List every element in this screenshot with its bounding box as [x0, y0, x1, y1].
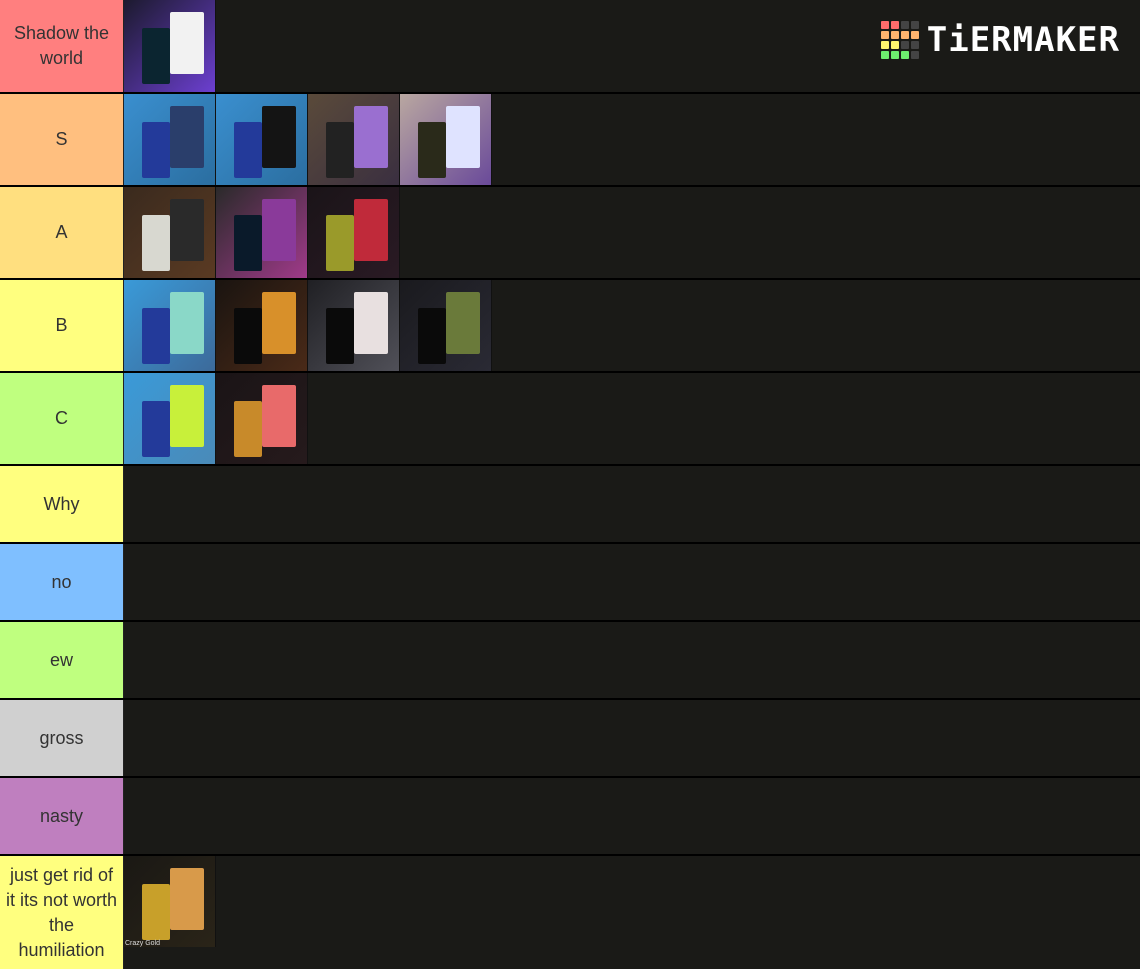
tier-row: S [0, 94, 1140, 185]
tier-items-dropzone[interactable] [124, 373, 1140, 464]
tier-row: just get rid of it its not worth the hum… [0, 856, 1140, 969]
stand-figure [262, 106, 296, 168]
logo-text: TiERMAKER [926, 20, 1120, 60]
character-figure [234, 308, 262, 364]
tier-item-c-item-1[interactable] [124, 373, 216, 464]
logo-grid-cell [890, 51, 899, 59]
stand-figure [170, 199, 204, 261]
tier-item-b-item-3[interactable] [308, 280, 400, 371]
tier-label[interactable]: gross [0, 700, 124, 776]
tier-label[interactable]: A [0, 187, 124, 278]
tier-label[interactable]: no [0, 544, 124, 620]
tier-item-a-item-2[interactable] [216, 187, 308, 278]
stand-figure [262, 292, 296, 354]
tier-items-dropzone[interactable] [124, 778, 1140, 854]
character-figure [326, 308, 354, 364]
logo-grid-cell [880, 51, 889, 59]
tier-list: Shadow the world S A B C Why no ew gross nasty jus… [0, 0, 1140, 969]
tier-item-s-item-1[interactable] [124, 94, 216, 185]
character-figure [234, 215, 262, 271]
tiermaker-logo[interactable]: TiERMAKER [880, 20, 1120, 60]
logo-grid-cell [900, 31, 909, 39]
logo-grid-cell [900, 51, 909, 59]
logo-grid-cell [900, 21, 909, 29]
stand-figure [170, 106, 204, 168]
stand-figure [354, 292, 388, 354]
stand-figure [354, 106, 388, 168]
character-figure [142, 401, 170, 457]
tier-row: C [0, 373, 1140, 464]
character-figure [326, 122, 354, 178]
tier-items-dropzone[interactable] [124, 280, 1140, 371]
tier-item-shadow-the-world-stand[interactable] [124, 0, 216, 92]
tier-item-s-item-4[interactable] [400, 94, 492, 185]
tier-row: gross [0, 700, 1140, 776]
tier-item-s-item-2[interactable] [216, 94, 308, 185]
character-figure [142, 215, 170, 271]
character-figure [142, 884, 170, 940]
stand-figure [170, 292, 204, 354]
character-figure [142, 308, 170, 364]
tier-label[interactable]: just get rid of it its not worth the hum… [0, 856, 124, 969]
stand-figure [262, 199, 296, 261]
tier-item-b-item-4[interactable] [400, 280, 492, 371]
character-figure [142, 28, 170, 84]
tier-items-dropzone[interactable] [124, 187, 1140, 278]
stand-figure [354, 199, 388, 261]
tier-items-dropzone[interactable] [124, 466, 1140, 542]
character-figure [418, 308, 446, 364]
logo-grid-cell [890, 41, 899, 49]
tier-item-a-item-3[interactable] [308, 187, 400, 278]
character-figure [234, 401, 262, 457]
tier-row: Why [0, 466, 1140, 542]
tier-row: B [0, 280, 1140, 371]
logo-grid-cell [910, 31, 919, 39]
tier-items-dropzone[interactable] [124, 700, 1140, 776]
character-figure [142, 122, 170, 178]
tier-items-dropzone[interactable] [124, 544, 1140, 620]
character-figure [326, 215, 354, 271]
tier-item-b-item-1[interactable] [124, 280, 216, 371]
tier-label[interactable]: ew [0, 622, 124, 698]
logo-grid-cell [880, 31, 889, 39]
logo-grid-cell [900, 41, 909, 49]
tier-item-s-item-3[interactable] [308, 94, 400, 185]
logo-grid-cell [890, 21, 899, 29]
tier-item-a-item-1[interactable] [124, 187, 216, 278]
character-figure [234, 122, 262, 178]
tier-row: A [0, 187, 1140, 278]
logo-grid-cell [910, 51, 919, 59]
stand-figure [170, 385, 204, 447]
stand-figure [170, 12, 204, 74]
tier-items-dropzone[interactable] [124, 622, 1140, 698]
tier-row: nasty [0, 778, 1140, 854]
tier-label[interactable]: C [0, 373, 124, 464]
tier-label[interactable]: nasty [0, 778, 124, 854]
tier-item-c-item-2[interactable] [216, 373, 308, 464]
tier-items-dropzone[interactable] [124, 94, 1140, 185]
tier-row: ew [0, 622, 1140, 698]
logo-grid-cell [910, 21, 919, 29]
tier-label[interactable]: Shadow the world [0, 0, 124, 92]
tier-item-crazy-gold-stand[interactable]: Crazy Gold [124, 856, 216, 947]
character-figure [418, 122, 446, 178]
tier-label[interactable]: B [0, 280, 124, 371]
stand-figure [446, 106, 480, 168]
stand-figure [170, 868, 204, 930]
tier-row: no [0, 544, 1140, 620]
tier-item-b-item-2[interactable] [216, 280, 308, 371]
logo-grid-cell [890, 31, 899, 39]
stand-figure [446, 292, 480, 354]
stand-figure [262, 385, 296, 447]
tier-label[interactable]: S [0, 94, 124, 185]
logo-grid-icon [880, 21, 919, 59]
tier-items-dropzone[interactable]: Crazy Gold [124, 856, 1140, 969]
tier-label[interactable]: Why [0, 466, 124, 542]
logo-grid-cell [880, 21, 889, 29]
item-caption: Crazy Gold [125, 940, 161, 947]
logo-grid-cell [880, 41, 889, 49]
logo-grid-cell [910, 41, 919, 49]
